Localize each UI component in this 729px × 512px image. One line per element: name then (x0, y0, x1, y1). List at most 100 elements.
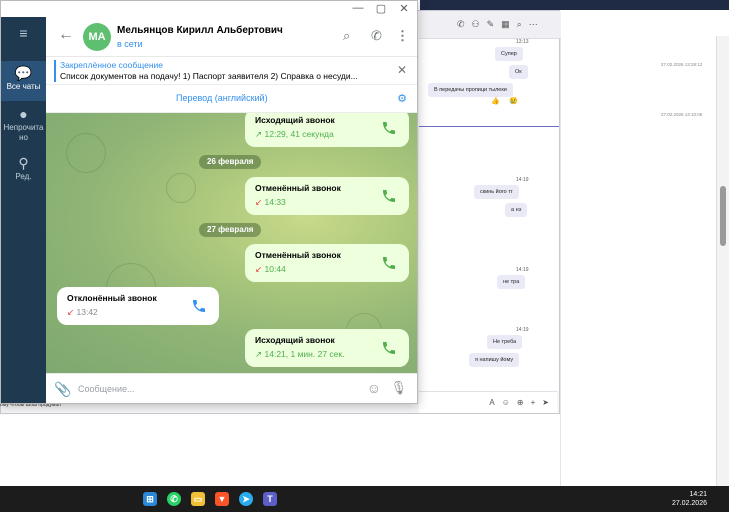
user-icon: ● (19, 106, 28, 122)
attach-icon[interactable]: 📎 (54, 381, 71, 398)
call-title: Отклонённый звонок (67, 293, 157, 303)
hamburger-icon: ≡ (19, 25, 28, 41)
missed-arrow-icon: ↙ (67, 307, 75, 317)
date-separator: 26 февраля (199, 155, 262, 169)
maximize-button[interactable]: ▢ (370, 2, 392, 15)
close-icon[interactable]: ✕ (397, 63, 407, 77)
chat-message: не тра (497, 275, 526, 289)
message-time: 13:13 (516, 39, 529, 45)
microphone-icon[interactable]: 🎙 (390, 380, 407, 396)
windows-start-icon[interactable]: ⊞ (143, 492, 157, 506)
file-explorer-icon[interactable]: ▭ (191, 492, 205, 506)
wallpaper-doodle (166, 173, 196, 203)
call-title: Отменённый звонок (255, 250, 341, 260)
translate-settings-icon[interactable]: ⚙ (397, 92, 407, 105)
emoji-icon[interactable]: ☺ (502, 398, 510, 407)
back-arrow-icon[interactable]: ← (58, 26, 74, 44)
taskbar: ⊞ ✆ ▭ ▼ ➤ T 14:21 27.02.2026 (0, 486, 729, 512)
call-icon[interactable]: ✆ (457, 19, 465, 30)
teams-icon[interactable]: T (263, 492, 277, 506)
plus-icon[interactable]: + (531, 398, 536, 407)
call-meta: ↗ 12:29, 41 секунда (255, 129, 334, 139)
background-chat-toolbar: ✆ ⚇ ✎ ▦ ⌕ ⋯ (419, 11, 561, 39)
folder-unread[interactable]: ● Непрочитано (1, 103, 46, 147)
call-message-outgoing[interactable]: Исходящий звонок ↗ 14:21, 1 мин. 27 сек. (245, 329, 409, 367)
call-message-outgoing[interactable]: Отменённый звонок ↙ 10:44 (245, 244, 409, 282)
folder-label: Непрочитано (3, 123, 44, 142)
brave-icon[interactable]: ▼ (215, 492, 229, 506)
folder-all-chats[interactable]: 💬 Все чаты (1, 61, 46, 101)
date-separator: 27 февраля (199, 223, 262, 237)
translate-bar[interactable]: Перевод (английский) ⚙ (46, 85, 417, 113)
avatar[interactable]: МА (83, 23, 111, 51)
chat-message: скинь його тг (474, 185, 519, 199)
telegram-icon[interactable]: ➤ (239, 492, 253, 506)
minimize-button[interactable]: — (347, 2, 369, 14)
background-chat-thread: 13:13 Супер Ок В передачы пропици тылеки… (419, 39, 559, 391)
phone-icon[interactable] (191, 298, 207, 314)
folder-label: Все чаты (6, 82, 41, 91)
far-timestamp: 27.02.2026 13:28:12 (661, 62, 703, 67)
emoji-icon[interactable]: ☺ (367, 380, 381, 396)
outgoing-arrow-icon: ↗ (255, 349, 263, 359)
search-icon[interactable]: ⌕ (517, 19, 522, 30)
message-list: Исходящий звонок ↗ 12:29, 41 секунда 26 … (46, 113, 417, 373)
search-icon[interactable]: ⌕ (343, 28, 350, 44)
more-vertical-icon[interactable]: ⋮ (396, 28, 409, 44)
wallpaper-doodle (66, 133, 106, 173)
grid-icon[interactable]: ▦ (501, 19, 510, 30)
message-time: 14:19 (516, 267, 529, 273)
chat-message: я напишу йому (469, 353, 520, 367)
scrollbar-thumb[interactable] (720, 186, 726, 246)
chat-message: В передачы пропици тылеки (428, 83, 513, 97)
phone-icon[interactable] (381, 255, 397, 271)
attach-icon[interactable]: ⊕ (517, 398, 524, 407)
message-input[interactable] (78, 380, 348, 398)
whatsapp-icon[interactable]: ✆ (167, 492, 181, 506)
phone-icon[interactable] (381, 120, 397, 136)
far-timestamp: 27.02.2026 13:10:06 (661, 112, 703, 117)
phone-icon[interactable] (381, 340, 397, 356)
clock-date: 27.02.2026 (671, 500, 707, 507)
call-meta: ↙ 10:44 (255, 264, 286, 274)
call-message-incoming[interactable]: Отклонённый звонок ↙ 13:42 (57, 287, 219, 325)
send-icon[interactable]: ➤ (542, 398, 549, 407)
chat-title[interactable]: Мельянцов Кирилл Альбертович (117, 25, 283, 36)
menu-button[interactable]: ≡ (1, 25, 46, 42)
close-window-button[interactable]: ✕ (393, 2, 415, 15)
pinned-message-bar[interactable]: Закреплённое сообщение Список документов… (46, 57, 417, 85)
outgoing-arrow-icon: ↗ (255, 129, 263, 139)
call-message-outgoing[interactable]: Исходящий звонок ↗ 12:29, 41 секунда (245, 113, 409, 147)
call-message-outgoing[interactable]: Отменённый звонок ↙ 14:33 (245, 177, 409, 215)
chat-message: а нэ (505, 203, 528, 217)
phone-icon[interactable]: ✆ (371, 28, 382, 44)
online-status: в сети (117, 39, 143, 49)
call-title: Исходящий звонок (255, 335, 335, 345)
unread-divider (419, 126, 559, 127)
reaction-sad-icon[interactable]: 😢 (509, 97, 518, 105)
edit-icon[interactable]: ✎ (487, 19, 495, 30)
more-icon[interactable]: ⋯ (529, 19, 538, 30)
folders-sidebar: ≡ 💬 Все чаты ● Непрочитано ⚲ Ред. (1, 17, 46, 403)
reaction-thumbs-up-icon[interactable]: 👍 (491, 97, 500, 105)
pinned-title: Закреплённое сообщение (60, 60, 163, 70)
people-icon[interactable]: ⚇ (472, 19, 480, 30)
clock-time: 14:21 (689, 491, 707, 498)
title-bar[interactable]: — ▢ ✕ (1, 1, 417, 17)
call-meta: ↙ 14:33 (255, 197, 286, 207)
background-compose-bar[interactable]: A ☺ ⊕ + ➤ (419, 391, 557, 413)
format-icon[interactable]: A (489, 398, 494, 407)
folder-label: Ред. (15, 172, 32, 181)
pinned-text: Список документов на подачу! 1) Паспорт … (60, 71, 358, 81)
phone-icon[interactable] (381, 188, 397, 204)
system-clock[interactable]: 14:21 27.02.2026 (672, 490, 707, 508)
translate-label[interactable]: Перевод (английский) (176, 93, 268, 103)
chat-message: Не треба (487, 335, 523, 349)
folder-edit[interactable]: ⚲ Ред. (1, 155, 46, 185)
background-browser-window: 27.02.2026 13:28:12 27.02.2026 13:10:06 (560, 36, 716, 486)
chat-header: ← МА Мельянцов Кирилл Альбертович в сети… (46, 17, 417, 57)
telegram-window: — ▢ ✕ ≡ 💬 Все чаты ● Непрочитано ⚲ Ред. … (0, 0, 418, 404)
message-time: 14:19 (516, 177, 529, 183)
scrollbar[interactable] (716, 36, 729, 486)
pinned-accent (54, 60, 56, 82)
